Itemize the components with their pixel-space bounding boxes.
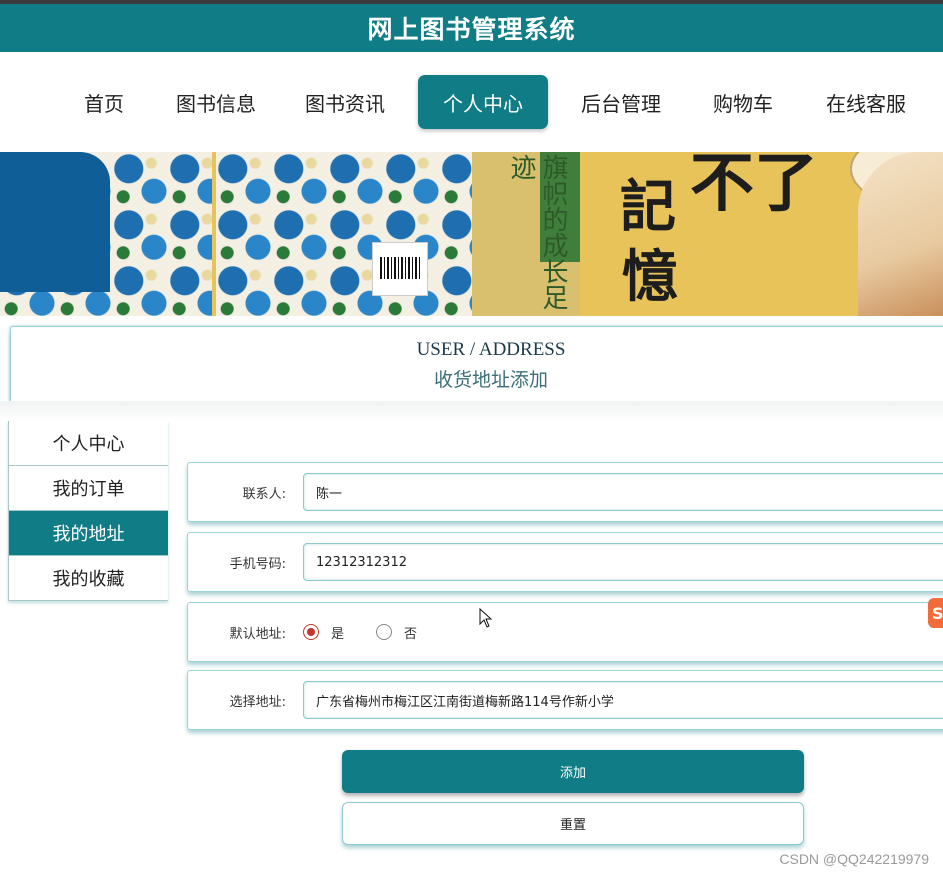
phone-input[interactable]: 12312312312: [303, 543, 943, 581]
user-sidebar: 个人中心 我的订单 我的地址 我的收藏: [8, 421, 168, 601]
banner-calligraphy-1: 記: [620, 174, 676, 240]
sidebar-item-personal-center[interactable]: 个人中心: [8, 421, 168, 466]
banner-calligraphy-3: 不了: [690, 152, 818, 221]
form-row-default: 默认地址: 是 否: [187, 602, 943, 662]
radio-yes[interactable]: [303, 624, 319, 640]
radio-no-label: 否: [404, 626, 418, 642]
watermark: CSDN @QQ242219979: [779, 851, 929, 867]
nav-personal-center[interactable]: 个人中心: [418, 75, 548, 129]
page-header-card: USER / ADDRESS 收货地址添加: [10, 326, 943, 403]
nav-admin[interactable]: 后台管理: [570, 75, 672, 129]
site-title: 网上图书管理系统: [0, 4, 943, 52]
nav-book-news[interactable]: 图书资讯: [294, 75, 396, 129]
contact-label: 联系人:: [242, 486, 286, 502]
page-header-english: USER / ADDRESS: [416, 339, 566, 360]
banner-barcode: [372, 242, 428, 296]
nav-book-info[interactable]: 图书信息: [165, 75, 267, 129]
phone-label: 手机号码:: [229, 556, 286, 572]
mouse-cursor-icon: [479, 608, 493, 628]
sidebar-item-my-address[interactable]: 我的地址: [8, 511, 168, 556]
floating-widget-icon[interactable]: S: [928, 598, 943, 628]
form-row-address: 选择地址: 广东省梅州市梅江区江南街道梅新路114号作新小学: [187, 670, 943, 730]
banner-silhouette: [0, 152, 110, 292]
banner-book-cover-2: [216, 152, 472, 316]
contact-input[interactable]: 陈一: [303, 473, 943, 511]
banner-figure: [858, 152, 943, 316]
radio-no[interactable]: [376, 624, 393, 640]
hero-banner: 旗帜的成长足迹 記 憶 不了: [0, 152, 943, 316]
sidebar-item-my-orders[interactable]: 我的订单: [8, 466, 168, 511]
radio-yes-label: 是: [331, 626, 345, 642]
default-address-radio-group: 是 否: [303, 603, 417, 661]
reset-button[interactable]: 重置: [342, 802, 804, 845]
banner-spine-text: 旗帜的成长足迹: [506, 154, 568, 310]
nav-cart[interactable]: 购物车: [698, 75, 788, 129]
address-input[interactable]: 广东省梅州市梅江区江南街道梅新路114号作新小学: [303, 681, 943, 719]
page-title: 收货地址添加: [433, 369, 548, 391]
main-nav: 首页 图书信息 图书资讯 个人中心 后台管理 购物车 在线客服: [0, 52, 943, 152]
form-row-contact: 联系人: 陈一: [187, 462, 943, 522]
address-label: 选择地址:: [229, 694, 286, 710]
nav-home[interactable]: 首页: [70, 75, 138, 129]
banner-calligraphy-2: 憶: [622, 244, 678, 310]
default-address-label: 默认地址:: [229, 626, 286, 642]
form-row-phone: 手机号码: 12312312312: [187, 532, 943, 592]
section-divider: [0, 401, 943, 421]
add-button[interactable]: 添加: [342, 750, 804, 793]
nav-online-service[interactable]: 在线客服: [815, 75, 917, 129]
sidebar-item-my-favorites[interactable]: 我的收藏: [8, 556, 168, 601]
